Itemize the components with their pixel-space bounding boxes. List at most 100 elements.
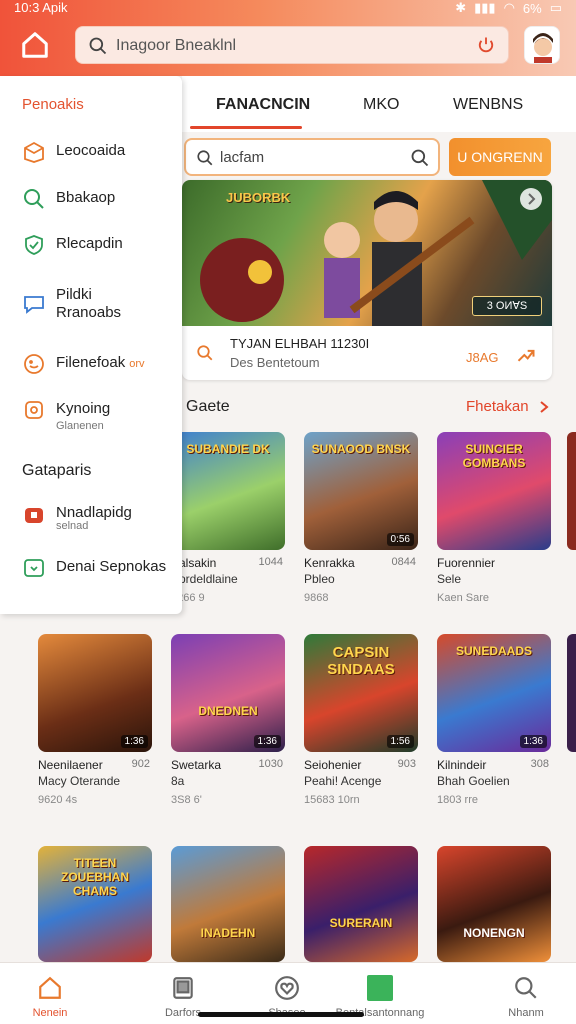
game-thumbnail: SUNAOOD BNSK 0:56 xyxy=(304,432,418,550)
book-icon xyxy=(173,977,193,999)
drawer-item-sublabel: Glanenen xyxy=(56,420,104,432)
signal-icon: ▮▮▮ xyxy=(474,0,496,15)
game-card[interactable]: 1:36 Neenilaener 902 Macy Oterande 9620 … xyxy=(38,634,152,814)
drawer-item-leocoaida[interactable]: Leocoaida xyxy=(22,140,182,166)
drawer-cat-item-nnadlapidg[interactable]: Nnadlapidg selnad xyxy=(22,502,182,540)
game-card[interactable]: INADEHN xyxy=(171,846,285,962)
search-icon xyxy=(89,37,107,55)
game-card[interactable]: TITEEN ZOUEBHAN CHAMS xyxy=(38,846,152,962)
game-art-title: SUNAOOD BNSK xyxy=(311,442,411,456)
home-icon xyxy=(39,976,61,999)
avatar[interactable] xyxy=(524,26,560,64)
drawer-item-bbakaop[interactable]: Bbakaop xyxy=(22,187,182,213)
tag-icon xyxy=(24,559,44,577)
trending-icon[interactable] xyxy=(516,346,536,364)
tab-mko[interactable]: MKO xyxy=(363,96,399,114)
game-subtitle: 8a xyxy=(171,774,185,788)
game-card[interactable]: SUNAOOD BNSK 0:56 Kenrakka 0844 Pbleo 98… xyxy=(304,432,418,612)
game-count: 1044 xyxy=(258,556,283,568)
game-duration: 1:56 xyxy=(386,735,414,748)
chat-icon xyxy=(24,296,44,314)
game-card-peek xyxy=(567,634,576,752)
drawer-item-label: Filenefoak orv xyxy=(56,354,145,371)
game-thumbnail: SURERAIN xyxy=(304,846,418,962)
game-art-title: SUNEDAADS xyxy=(455,644,532,658)
banner-next-button[interactable] xyxy=(520,188,542,210)
tab-wenbns[interactable]: WENBNS xyxy=(453,96,523,114)
game-duration: 1:36 xyxy=(519,735,547,748)
game-subtitle: Sele xyxy=(437,572,462,586)
game-count: 308 xyxy=(530,758,549,770)
drawer-cat-item-denai[interactable]: Denai Sepnokas xyxy=(22,556,182,582)
game-card[interactable]: SURERAIN xyxy=(304,846,418,962)
game-count: 902 xyxy=(131,758,150,770)
bag-icon xyxy=(25,508,43,523)
drawer-item-label: Bbakaop xyxy=(56,189,116,206)
drawer-header: Penoakis xyxy=(22,96,84,113)
drawer-item-filenefoak[interactable]: Filenefoak orv xyxy=(22,352,182,378)
game-thumbnail: SUBANDIE DK xyxy=(171,432,285,550)
game-art-title: SUINCIER GOMBANS xyxy=(462,442,526,470)
drawer-category-title: Gataparis xyxy=(22,462,92,479)
game-card[interactable]: SUNEDAADS 1:36 Kilnindeir 308 Bhah Goeli… xyxy=(437,634,551,814)
game-thumbnail: INADEHN xyxy=(171,846,285,962)
section-more-link[interactable]: Fhetakan xyxy=(466,398,529,415)
tab-fanacncin[interactable]: FANACNCIN xyxy=(216,96,310,114)
drawer-item-label: Pildki xyxy=(56,286,92,303)
game-card[interactable]: SUINCIER GOMBANS Fuorennier Sele Kaen Sa… xyxy=(437,432,551,612)
game-card[interactable]: DNEDNEN 1:36 Swetarka 1030 8a 3S8 6' xyxy=(171,634,285,814)
content-search-input[interactable]: lacfam xyxy=(184,138,440,176)
game-name: Kilnindeir xyxy=(437,758,487,772)
nav-home[interactable]: Nenein xyxy=(0,963,100,1024)
game-art-title: DNEDNEN xyxy=(198,704,258,718)
search-submit-icon[interactable] xyxy=(410,148,430,168)
game-name: Kenrakka xyxy=(304,556,355,570)
game-meta: Kaen Sare xyxy=(437,592,489,604)
box-icon xyxy=(24,141,44,163)
power-icon[interactable] xyxy=(476,35,496,55)
chevron-right-icon xyxy=(528,193,536,205)
status-icons: ✱ ▮▮▮ ◠ 6% ▭ xyxy=(455,0,562,16)
search-icon xyxy=(197,345,213,361)
game-name: Fuorennier xyxy=(437,556,496,570)
heart-icon xyxy=(275,976,299,1000)
game-duration: 0:56 xyxy=(386,533,414,546)
drawer-item-kynoing[interactable]: Kynoing Glanenen xyxy=(22,398,182,438)
game-thumbnail: NONENGN xyxy=(437,846,551,962)
featured-banner-card[interactable]: JUBORBK 3 ОИ∀Ѕ TYJAN ELHBAH 11230I Des B… xyxy=(182,180,552,380)
shield-icon xyxy=(25,235,43,255)
drawer-item-pildki[interactable]: Pildki Rranoabs xyxy=(22,284,182,328)
game-subtitle: Pbleo xyxy=(304,572,335,586)
game-thumbnail: TITEEN ZOUEBHAN CHAMS xyxy=(38,846,152,962)
drawer-item-text: Filenefoak xyxy=(56,354,126,371)
drawer-item-rlecapdin[interactable]: Rlecapdin xyxy=(22,233,182,259)
game-subtitle: Macy Oterande xyxy=(38,774,121,788)
top-search-bar[interactable]: Inagoor Bneaklnl xyxy=(75,26,509,64)
banner-action[interactable]: J8AG xyxy=(466,350,499,365)
search-icon xyxy=(515,977,537,999)
nav-label: Nhanm xyxy=(508,1007,544,1019)
drawer-item-label: Leocoaida xyxy=(56,142,126,159)
game-card[interactable]: CAPSIN SINDAAS 1:56 Seiohenier 903 Peahi… xyxy=(304,634,418,814)
bluetooth-icon: ✱ xyxy=(455,0,467,15)
chevron-right-icon[interactable] xyxy=(538,400,550,414)
drawer-item-tag: orv xyxy=(129,358,145,370)
content-search-text: lacfam xyxy=(220,149,265,166)
game-count: 0844 xyxy=(391,556,416,568)
nav-label: Nenein xyxy=(32,1007,68,1019)
drawer-item-label: Kynoing xyxy=(56,400,111,417)
game-meta: 1803 rre xyxy=(437,794,478,806)
home-icon[interactable] xyxy=(20,30,50,60)
game-art-title: CAPSIN SINDAAS xyxy=(327,644,395,678)
search-action-button[interactable]: U ONGRENN xyxy=(449,138,551,176)
tab-active-indicator xyxy=(190,126,302,129)
game-duration: 1:36 xyxy=(253,735,281,748)
drawer-item-sublabel: selnad xyxy=(56,520,89,532)
drawer-item-label: Rlecapdin xyxy=(56,235,123,252)
nav-nhanm[interactable]: Nhanm xyxy=(476,963,576,1024)
game-card[interactable]: SUBANDIE DK Salsakin 1044 Sprdeldlaine 7… xyxy=(171,432,285,612)
game-thumbnail: CAPSIN SINDAAS 1:56 xyxy=(304,634,418,752)
game-card[interactable]: NONENGN xyxy=(437,846,551,962)
game-thumbnail: 1:36 xyxy=(38,634,152,752)
search-icon xyxy=(197,150,213,166)
